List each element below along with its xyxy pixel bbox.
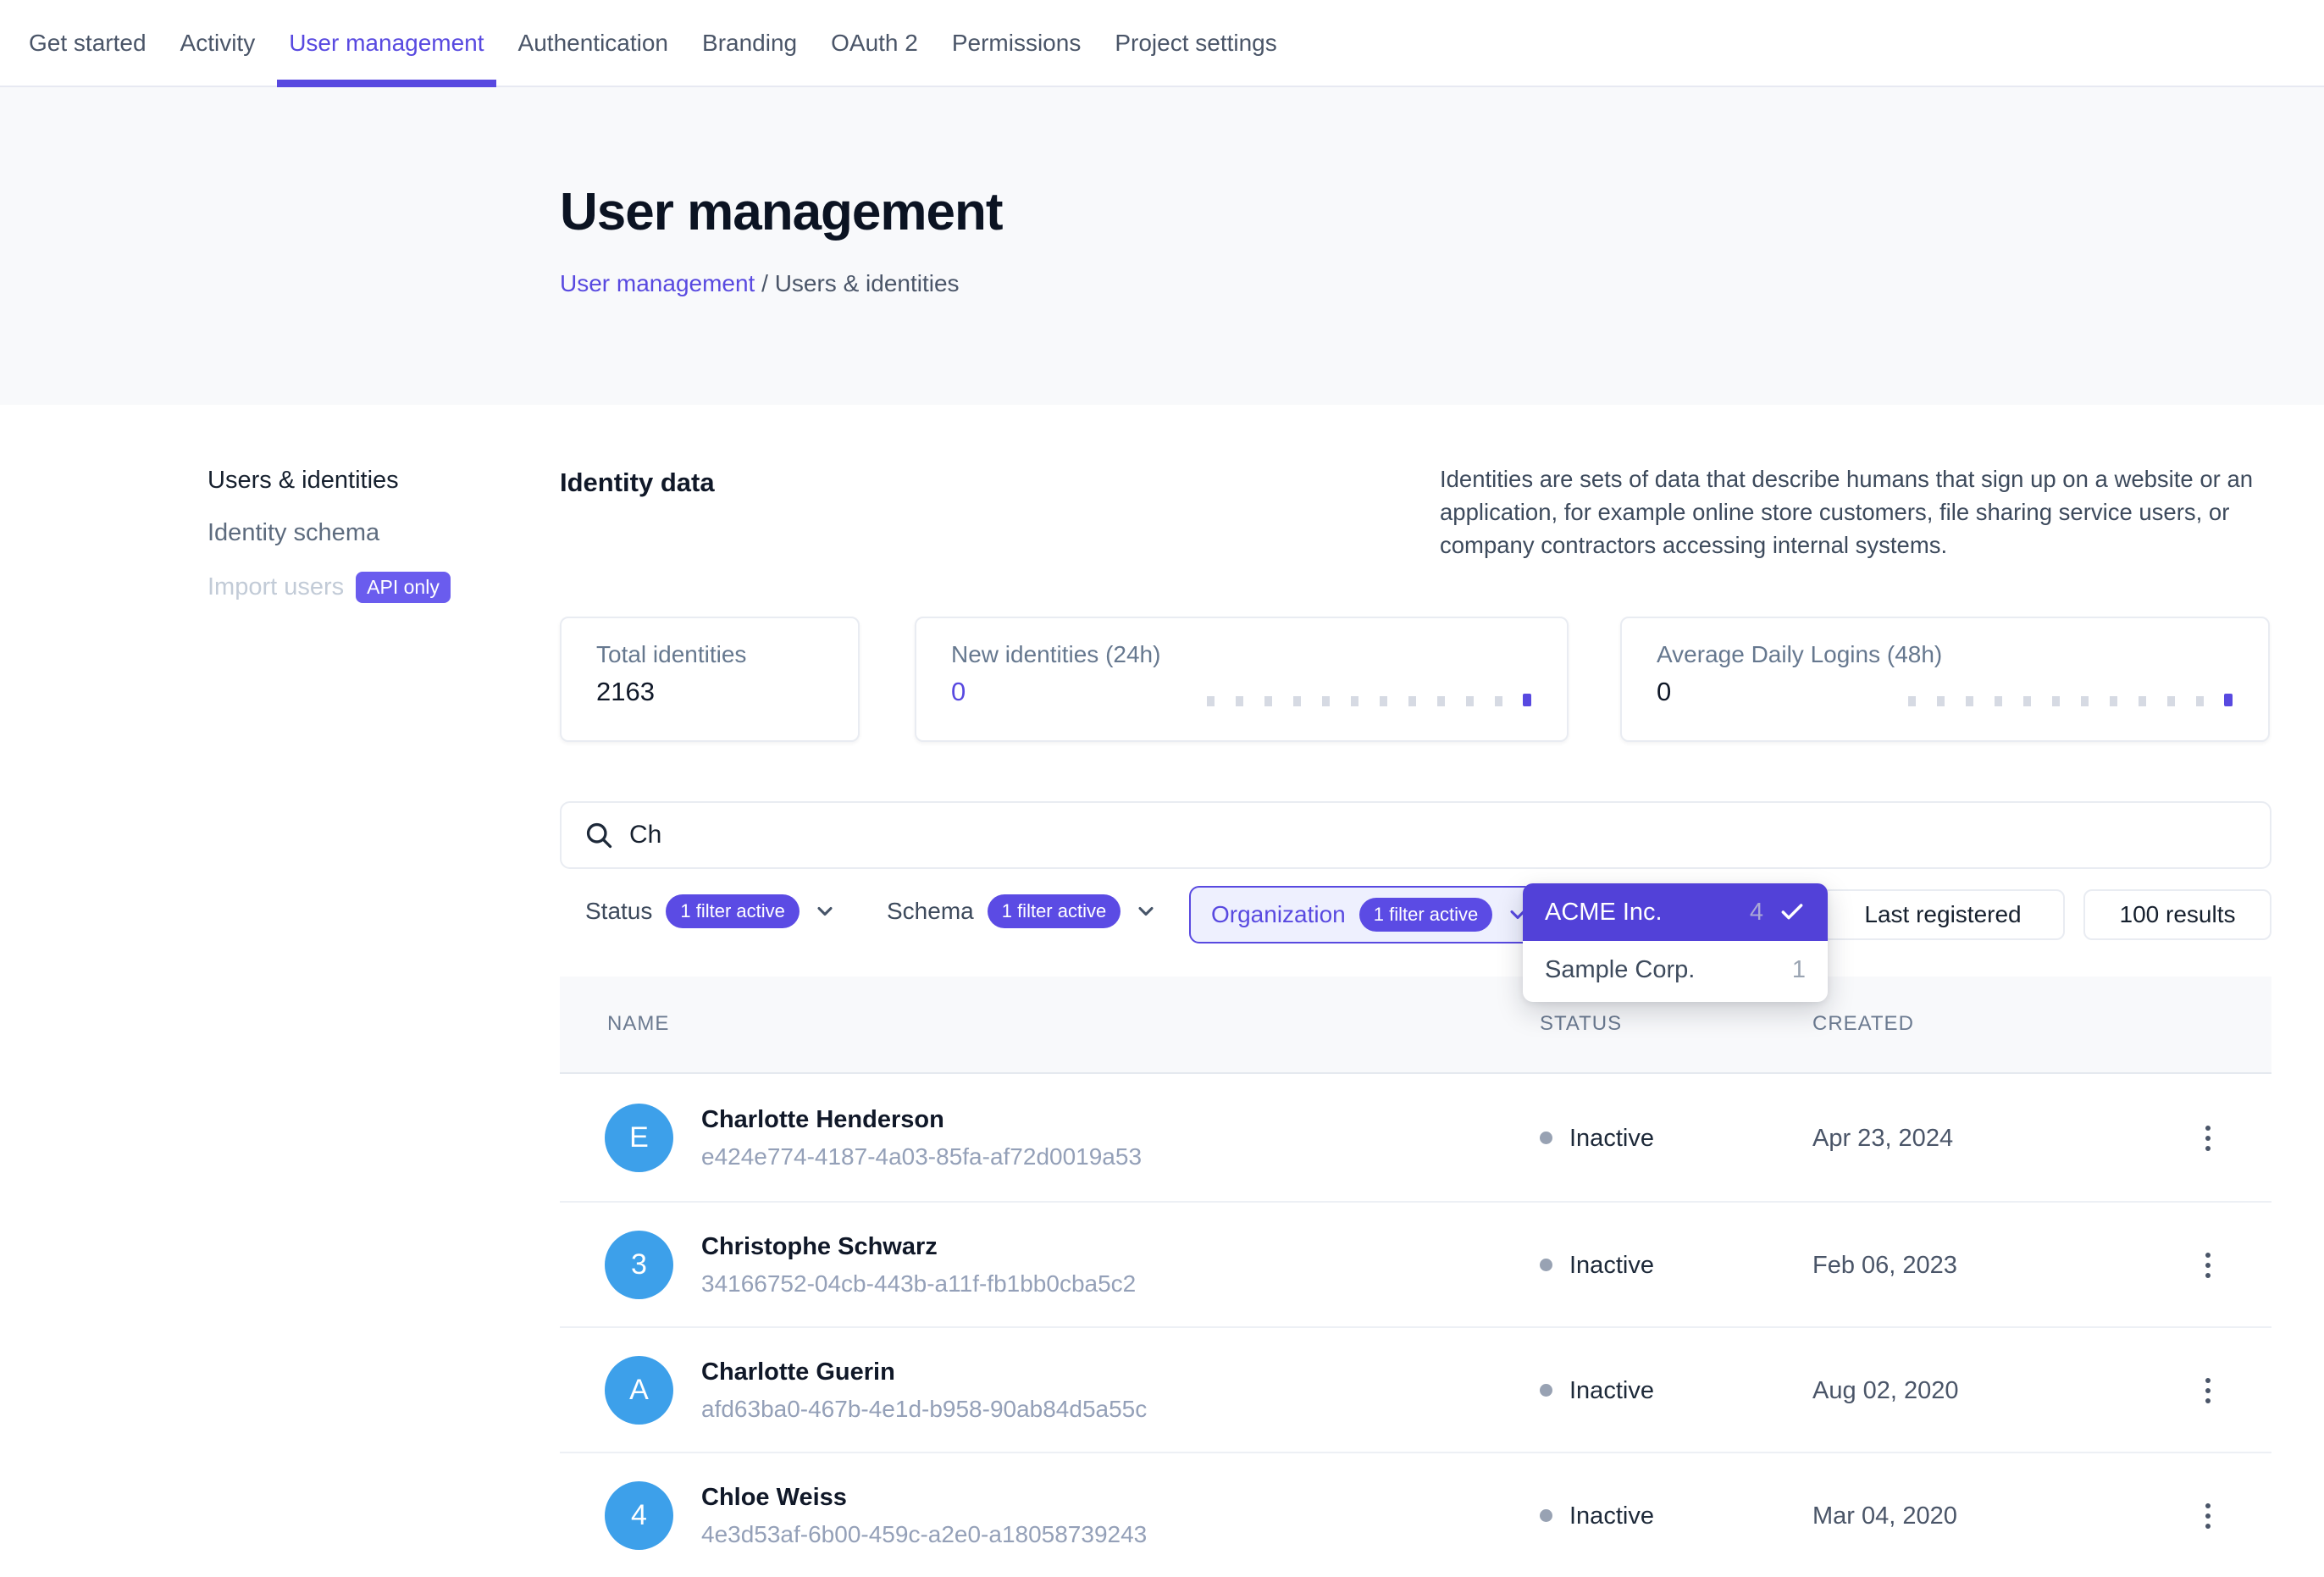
table-header: NAME STATUS CREATED — [560, 977, 2271, 1074]
search-icon — [584, 820, 614, 850]
status-label: Inactive — [1569, 1125, 1654, 1153]
breadcrumb-link[interactable]: User management — [560, 270, 755, 296]
tab-branding[interactable]: Branding — [702, 0, 797, 86]
stat-card-total-identities: Total identities 2163 — [560, 617, 860, 742]
organization-dropdown: ACME Inc. 4 Sample Corp. 1 — [1523, 883, 1828, 1002]
section-title: Identity data — [560, 468, 715, 498]
sidebar-item-users-identities[interactable]: Users & identities — [208, 467, 451, 495]
api-only-badge: API only — [356, 572, 451, 603]
identity-name: Christophe Schwarz — [701, 1233, 938, 1261]
row-actions-kebab-icon[interactable] — [2188, 1118, 2228, 1159]
sparkline-chart — [1908, 696, 2233, 706]
stat-label: Average Daily Logins (48h) — [1657, 641, 2268, 668]
page-header: User management User management / Users … — [0, 87, 2324, 405]
column-header-name: NAME — [607, 1012, 669, 1036]
sidebar-item-label: Import users — [208, 573, 344, 601]
tab-authentication[interactable]: Authentication — [518, 0, 668, 86]
breadcrumb: User management / Users & identities — [560, 270, 960, 297]
sidebar-item-identity-schema[interactable]: Identity schema — [208, 519, 451, 547]
table-row[interactable]: A Charlotte Guerin afd63ba0-467b-4e1d-b9… — [560, 1326, 2271, 1452]
dropdown-item-count: 4 — [1750, 899, 1763, 927]
identity-id: 34166752-04cb-443b-a11f-fb1bb0cba5c2 — [701, 1270, 1136, 1298]
table-row[interactable]: E Charlotte Henderson e424e774-4187-4a03… — [560, 1076, 2271, 1201]
table-row[interactable]: 4 Chloe Weiss 4e3d53af-6b00-459c-a2e0-a1… — [560, 1452, 2271, 1577]
dropdown-item-sample-corp[interactable]: Sample Corp. 1 — [1523, 941, 1828, 999]
row-actions-kebab-icon[interactable] — [2188, 1496, 2228, 1536]
identity-name: Charlotte Guerin — [701, 1358, 895, 1386]
breadcrumb-separator: / — [755, 270, 774, 296]
status-dot-icon — [1540, 1259, 1552, 1271]
status-label: Inactive — [1569, 1377, 1654, 1405]
column-header-status: STATUS — [1540, 1012, 1622, 1036]
top-nav: Get started Activity User management Aut… — [0, 0, 2324, 87]
column-header-created: CREATED — [1812, 1012, 1914, 1036]
search-input[interactable] — [629, 821, 2248, 849]
status-filter[interactable]: Status 1 filter active — [585, 894, 837, 928]
results-count-button[interactable]: 100 results — [2083, 889, 2271, 940]
filter-active-badge: 1 filter active — [988, 894, 1121, 928]
tab-oauth2[interactable]: OAuth 2 — [831, 0, 918, 86]
row-actions-kebab-icon[interactable] — [2188, 1370, 2228, 1411]
sort-button[interactable]: Last registered — [1821, 889, 2065, 940]
stat-card-average-daily-logins: Average Daily Logins (48h) 0 — [1620, 617, 2270, 742]
tab-user-management[interactable]: User management — [289, 0, 484, 86]
tab-activity[interactable]: Activity — [180, 0, 256, 86]
filter-label: Status — [585, 898, 652, 925]
section-description: Identities are sets of data that describ… — [1440, 462, 2263, 562]
stat-value: 2163 — [596, 677, 858, 707]
table-row[interactable]: 3 Christophe Schwarz 34166752-04cb-443b-… — [560, 1201, 2271, 1326]
tab-permissions[interactable]: Permissions — [952, 0, 1081, 86]
created-date: Apr 23, 2024 — [1812, 1125, 1953, 1153]
dropdown-item-label: Sample Corp. — [1545, 956, 1777, 984]
created-date: Aug 02, 2020 — [1812, 1377, 1959, 1405]
chevron-down-icon — [813, 899, 837, 923]
sparkline-chart — [1207, 696, 1531, 706]
filter-label: Organization — [1211, 901, 1346, 928]
identity-name: Charlotte Henderson — [701, 1106, 944, 1134]
identity-table: E Charlotte Henderson e424e774-4187-4a03… — [560, 1076, 2271, 1577]
stat-label: New identities (24h) — [951, 641, 1567, 668]
created-date: Mar 04, 2020 — [1812, 1502, 1957, 1530]
dropdown-item-acme[interactable]: ACME Inc. 4 — [1523, 883, 1828, 941]
identity-id: e424e774-4187-4a03-85fa-af72d0019a53 — [701, 1143, 1142, 1170]
identity-id: afd63ba0-467b-4e1d-b958-90ab84d5a55c — [701, 1396, 1147, 1423]
status-dot-icon — [1540, 1132, 1552, 1144]
identity-id: 4e3d53af-6b00-459c-a2e0-a18058739243 — [701, 1521, 1147, 1548]
status-dot-icon — [1540, 1509, 1552, 1522]
created-date: Feb 06, 2023 — [1812, 1252, 1957, 1280]
page-title: User management — [560, 182, 1003, 242]
search-bar[interactable] — [560, 801, 2271, 869]
tab-get-started[interactable]: Get started — [29, 0, 147, 86]
sidebar: Users & identities Identity schema Impor… — [208, 467, 451, 603]
status-label: Inactive — [1569, 1502, 1654, 1530]
stat-label: Total identities — [596, 641, 858, 668]
avatar: A — [605, 1356, 673, 1425]
schema-filter[interactable]: Schema 1 filter active — [887, 894, 1158, 928]
status-dot-icon — [1540, 1384, 1552, 1397]
avatar: 3 — [605, 1231, 673, 1299]
row-actions-kebab-icon[interactable] — [2188, 1245, 2228, 1286]
sidebar-item-label: Users & identities — [208, 467, 399, 495]
check-icon — [1779, 899, 1806, 926]
avatar: 4 — [605, 1481, 673, 1550]
filter-label: Schema — [887, 898, 974, 925]
filter-active-badge: 1 filter active — [666, 894, 800, 928]
dropdown-item-count: 1 — [1792, 956, 1806, 984]
filter-active-badge: 1 filter active — [1359, 898, 1493, 932]
identity-name: Chloe Weiss — [701, 1484, 847, 1512]
breadcrumb-current: Users & identities — [775, 270, 960, 296]
tab-project-settings[interactable]: Project settings — [1115, 0, 1276, 86]
dropdown-item-label: ACME Inc. — [1545, 899, 1735, 927]
chevron-down-icon — [1134, 899, 1158, 923]
stat-card-new-identities: New identities (24h) 0 — [915, 617, 1569, 742]
sidebar-item-import-users: Import users API only — [208, 572, 451, 603]
organization-filter[interactable]: Organization 1 filter active — [1189, 886, 1552, 943]
status-label: Inactive — [1569, 1252, 1654, 1280]
sidebar-item-label: Identity schema — [208, 519, 379, 547]
avatar: E — [605, 1104, 673, 1172]
